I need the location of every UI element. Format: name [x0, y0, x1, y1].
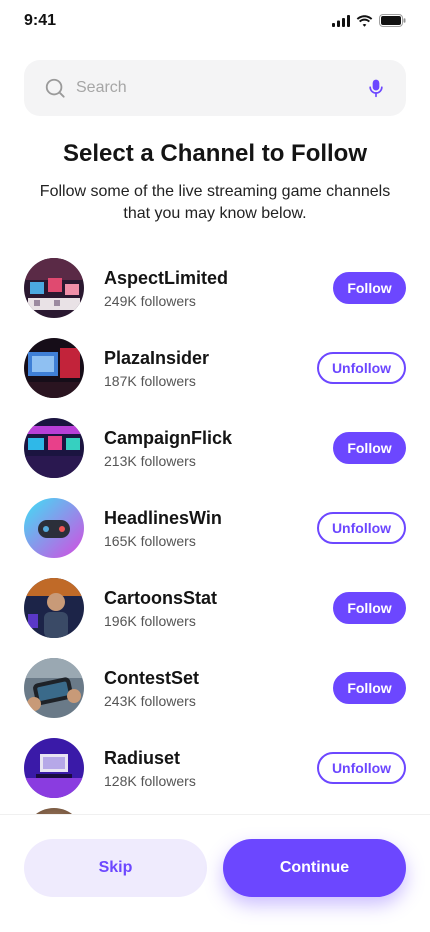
- channel-name: HeadlinesWin: [104, 508, 222, 528]
- status-icons: [332, 14, 406, 27]
- channel-avatar[interactable]: [24, 418, 84, 478]
- channel-followers: 196K followers: [104, 613, 196, 629]
- wifi-icon: [356, 14, 373, 27]
- unfollow-button[interactable]: Unfollow: [317, 352, 406, 384]
- channel-followers: 187K followers: [104, 373, 196, 389]
- channel-followers: 249K followers: [104, 293, 196, 309]
- channel-row: HeadlinesWin 165K followers Unfollow: [24, 488, 406, 568]
- channel-avatar[interactable]: [24, 338, 84, 398]
- channel-avatar[interactable]: [24, 738, 84, 798]
- follow-button[interactable]: Follow: [333, 272, 406, 304]
- channel-info: AspectLimited 249K followers: [104, 267, 333, 309]
- channel-row: CampaignFlick 213K followers Follow: [24, 408, 406, 488]
- channel-info: ContestSet 243K followers: [104, 667, 333, 709]
- search-input[interactable]: [76, 79, 366, 97]
- channel-info: HeadlinesWin 165K followers: [104, 507, 317, 549]
- search-icon: [45, 78, 65, 98]
- page-subtitle: Follow some of the live streaming game c…: [39, 183, 391, 222]
- channel-name: CampaignFlick: [104, 428, 233, 448]
- status-time: 9:41: [24, 12, 57, 29]
- bottom-action-bar: Skip Continue: [0, 814, 430, 932]
- channel-name: PlazaInsider: [104, 348, 210, 368]
- battery-icon: [379, 14, 406, 27]
- channel-name: Radiuset: [104, 748, 181, 768]
- follow-button[interactable]: Follow: [333, 672, 406, 704]
- channel-row: PlazaInsider 187K followers Unfollow: [24, 328, 406, 408]
- channel-followers: 243K followers: [104, 693, 196, 709]
- cellular-signal-icon: [332, 14, 350, 27]
- channel-info: CampaignFlick 213K followers: [104, 427, 333, 469]
- skip-button[interactable]: Skip: [24, 839, 207, 897]
- channel-info: PlazaInsider 187K followers: [104, 347, 317, 389]
- microphone-icon[interactable]: [366, 78, 386, 98]
- channel-followers: 213K followers: [104, 453, 196, 469]
- status-bar: 9:41: [0, 0, 430, 44]
- channel-row: CartoonsStat 196K followers Follow: [24, 568, 406, 648]
- unfollow-button[interactable]: Unfollow: [317, 512, 406, 544]
- channel-avatar[interactable]: [24, 578, 84, 638]
- channel-followers: 165K followers: [104, 533, 196, 549]
- channel-followers: 128K followers: [104, 773, 196, 789]
- channel-name: CartoonsStat: [104, 588, 218, 608]
- unfollow-button[interactable]: Unfollow: [317, 752, 406, 784]
- page-title: Select a Channel to Follow: [62, 140, 368, 167]
- channel-list: AspectLimited 249K followers Follow Plaz…: [24, 248, 406, 808]
- channel-avatar[interactable]: [24, 658, 84, 718]
- channel-row: Radiuset 128K followers Unfollow: [24, 728, 406, 808]
- channel-avatar[interactable]: [24, 498, 84, 558]
- channel-name: ContestSet: [104, 668, 200, 688]
- channel-info: CartoonsStat 196K followers: [104, 587, 333, 629]
- channel-row: AspectLimited 249K followers Follow: [24, 248, 406, 328]
- channel-row: ContestSet 243K followers Follow: [24, 648, 406, 728]
- channel-name: AspectLimited: [104, 268, 229, 288]
- channel-avatar[interactable]: [24, 258, 84, 318]
- search-bar[interactable]: [24, 60, 406, 116]
- channel-info: Radiuset 128K followers: [104, 747, 317, 789]
- continue-button[interactable]: Continue: [223, 839, 406, 897]
- follow-button[interactable]: Follow: [333, 592, 406, 624]
- follow-button[interactable]: Follow: [333, 432, 406, 464]
